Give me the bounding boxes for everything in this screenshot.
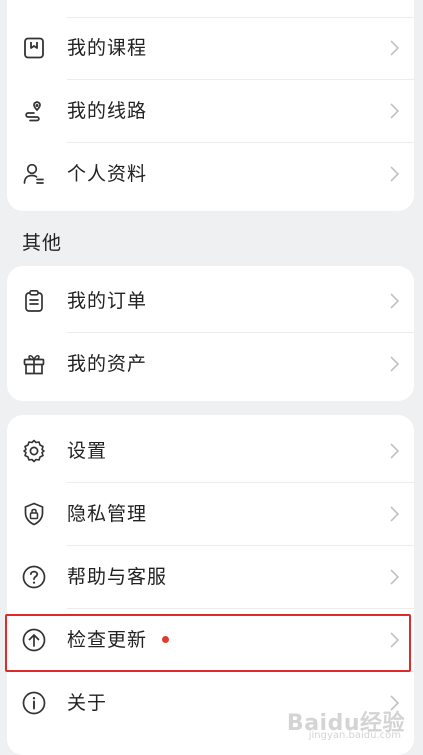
watermark-sub: jingyan.baidu.com [308, 730, 401, 741]
info-icon [21, 690, 47, 716]
chevron-right-icon [388, 39, 400, 57]
menu-item-my-courses[interactable]: 我的课程 [7, 17, 414, 80]
route-icon [21, 98, 47, 124]
bookmark-icon [21, 35, 47, 61]
menu-item-courses[interactable] [7, 0, 414, 18]
chevron-right-icon [388, 442, 400, 460]
help-icon [21, 564, 47, 590]
menu-item-label: 我的资产 [67, 353, 148, 375]
gear-icon [21, 438, 47, 464]
menu-item-label: 设置 [67, 440, 108, 462]
section-title-other: 其他 [22, 232, 63, 254]
chevron-right-icon [388, 165, 400, 183]
other-card: 我的订单 我的资产 [7, 266, 414, 401]
highlight-box [5, 614, 411, 672]
gift-icon [21, 351, 47, 377]
menu-item-label: 隐私管理 [67, 503, 148, 525]
menu-item-label: 我的课程 [67, 37, 148, 59]
chevron-right-icon [388, 568, 400, 586]
profile-icon [21, 161, 47, 187]
shield-lock-icon [21, 501, 47, 527]
menu-item-profile[interactable]: 个人资料 [7, 143, 414, 206]
account-card: 我的课程 我的线路 个人资料 [7, 0, 414, 211]
menu-item-privacy[interactable]: 隐私管理 [7, 483, 414, 546]
chevron-right-icon [388, 102, 400, 120]
menu-item-my-orders[interactable]: 我的订单 [7, 270, 414, 333]
clipboard-icon [21, 288, 47, 314]
chevron-right-icon [388, 292, 400, 310]
menu-item-my-route[interactable]: 我的线路 [7, 80, 414, 143]
settings-card: 设置 隐私管理 帮助与客服 检查更新 关于 [7, 415, 414, 755]
menu-item-label: 我的订单 [67, 290, 148, 312]
menu-item-label: 关于 [67, 692, 108, 714]
menu-item-settings[interactable]: 设置 [7, 420, 414, 483]
chevron-right-icon [388, 355, 400, 373]
menu-item-help[interactable]: 帮助与客服 [7, 546, 414, 609]
menu-item-label: 个人资料 [67, 163, 148, 185]
menu-item-label: 帮助与客服 [67, 566, 168, 588]
chevron-right-icon [388, 505, 400, 523]
menu-item-my-assets[interactable]: 我的资产 [7, 333, 414, 396]
menu-item-label: 我的线路 [67, 100, 148, 122]
